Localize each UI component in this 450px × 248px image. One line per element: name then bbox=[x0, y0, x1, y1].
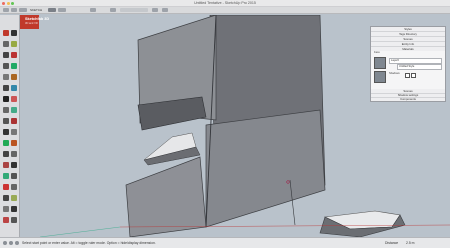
tool-button[interactable] bbox=[3, 107, 9, 113]
tool-button[interactable] bbox=[11, 85, 17, 91]
tool-button[interactable] bbox=[11, 107, 17, 113]
tool-button[interactable] bbox=[3, 52, 9, 58]
title-bar: Untitled Tentative - SketchUp Pro 2015 bbox=[0, 0, 450, 7]
tool-button[interactable] bbox=[11, 195, 17, 201]
toolbar: SKETCH bbox=[0, 7, 450, 14]
toolbar-button[interactable] bbox=[90, 8, 96, 12]
tool-button[interactable] bbox=[3, 195, 9, 201]
tool-button[interactable] bbox=[3, 129, 9, 135]
tool-button[interactable] bbox=[3, 30, 9, 36]
section-label: Face bbox=[374, 51, 380, 54]
tray-row-components[interactable]: Components bbox=[371, 97, 445, 101]
tool-button[interactable] bbox=[3, 151, 9, 157]
tool-button[interactable] bbox=[11, 173, 17, 179]
tool-button[interactable] bbox=[11, 151, 17, 157]
toolbar-button[interactable] bbox=[152, 8, 158, 12]
info-icon[interactable] bbox=[3, 241, 7, 245]
toolbar-button[interactable] bbox=[48, 8, 56, 12]
tool-button[interactable] bbox=[3, 173, 9, 179]
tool-button[interactable] bbox=[11, 52, 17, 58]
tool-button[interactable] bbox=[3, 74, 9, 80]
tool-button[interactable] bbox=[3, 96, 9, 102]
entity-info-body: Face Layer0 Untitled Style Shadows bbox=[371, 51, 445, 89]
shadows-label: Shadows bbox=[389, 72, 400, 75]
tool-button[interactable] bbox=[11, 217, 17, 223]
status-bar: Select start point or enter value. Alt =… bbox=[0, 237, 450, 248]
tool-button[interactable] bbox=[11, 184, 17, 190]
logo-tagline: 3D and VR bbox=[25, 22, 38, 25]
tool-button[interactable] bbox=[11, 162, 17, 168]
tool-button[interactable] bbox=[11, 206, 17, 212]
area-field[interactable]: Untitled Style bbox=[397, 64, 442, 70]
tool-button[interactable] bbox=[11, 140, 17, 146]
credits-icon[interactable] bbox=[15, 241, 19, 245]
tool-button[interactable] bbox=[3, 206, 9, 212]
tool-palette bbox=[0, 15, 20, 237]
tool-button[interactable] bbox=[11, 118, 17, 124]
back-material-swatch[interactable] bbox=[374, 71, 386, 83]
tool-button[interactable] bbox=[11, 74, 17, 80]
toolbar-button[interactable] bbox=[19, 8, 27, 12]
default-tray-panel: Styles Tags Directory Scenes Entity Info… bbox=[370, 26, 446, 102]
tool-button[interactable] bbox=[11, 41, 17, 47]
zoom-slider[interactable] bbox=[120, 8, 148, 12]
tool-button[interactable] bbox=[11, 129, 17, 135]
tool-button[interactable] bbox=[3, 63, 9, 69]
logo-title: Sketchfab 3D bbox=[25, 17, 50, 21]
tool-button[interactable] bbox=[11, 63, 17, 69]
tool-button[interactable] bbox=[3, 162, 9, 168]
tool-button[interactable] bbox=[3, 85, 9, 91]
toolbar-label: SKETCH bbox=[30, 8, 43, 12]
tool-button[interactable] bbox=[3, 41, 9, 47]
toolbar-button[interactable] bbox=[58, 8, 66, 12]
toolbar-button[interactable] bbox=[3, 8, 9, 12]
toolbar-button[interactable] bbox=[162, 8, 168, 12]
tool-button[interactable] bbox=[11, 30, 17, 36]
front-material-swatch[interactable] bbox=[374, 57, 386, 69]
toolbar-button[interactable] bbox=[110, 8, 116, 12]
shadows-checkbox[interactable] bbox=[405, 73, 410, 78]
window-title: Untitled Tentative - SketchUp Pro 2015 bbox=[194, 1, 256, 5]
tool-button[interactable] bbox=[3, 217, 9, 223]
tool-button[interactable] bbox=[11, 96, 17, 102]
toolbar-button[interactable] bbox=[11, 8, 17, 12]
tool-button[interactable] bbox=[3, 118, 9, 124]
tool-button[interactable] bbox=[3, 140, 9, 146]
tool-button[interactable] bbox=[3, 184, 9, 190]
receive-shadows-checkbox[interactable] bbox=[411, 73, 416, 78]
sketchup-window: Untitled Tentative - SketchUp Pro 2015 S… bbox=[0, 0, 450, 248]
geo-location-icon[interactable] bbox=[9, 241, 13, 245]
